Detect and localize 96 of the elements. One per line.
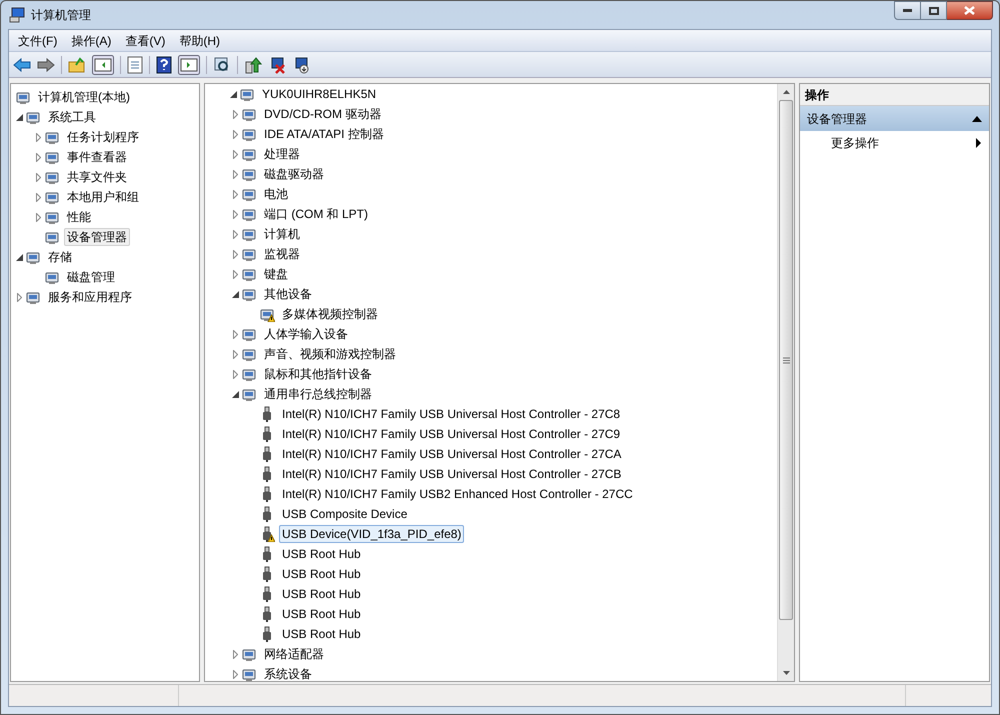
submenu-arrow-icon [976,138,981,148]
scroll-down-icon[interactable] [782,671,790,675]
expand-arrow-icon[interactable] [232,270,238,278]
expand-arrow-icon[interactable] [232,150,238,158]
tree-item[interactable]: 本地用户和组 [64,188,142,206]
expand-arrow-icon[interactable] [232,170,238,178]
tree-item[interactable]: YUK0UIHR8ELHK5N [259,85,380,103]
maximize-icon [928,6,938,14]
expand-arrow-icon[interactable] [36,152,40,162]
tree-item[interactable]: USB Root Hub [279,585,364,603]
app-icon [9,7,25,23]
tree-item[interactable]: IDE ATA/ATAPI 控制器 [261,125,387,143]
expand-arrow-icon[interactable] [232,110,238,118]
tree-item[interactable]: Intel(R) N10/ICH7 Family USB Universal Host Controller - 27CA [279,445,624,463]
expand-arrow-icon[interactable] [232,130,238,138]
tree-item[interactable]: 服务和应用程序 [45,288,135,306]
collapse-arrow-icon[interactable] [232,290,238,298]
scrollbar[interactable] [777,84,794,681]
tree-item[interactable]: 系统设备 [261,665,315,683]
tree-item[interactable]: 通用串行总线控制器 [261,385,375,403]
expand-arrow-icon[interactable] [232,190,238,198]
scroll-up-icon[interactable] [782,90,790,94]
maximize-button[interactable] [921,1,947,20]
tree-item[interactable]: 电池 [261,185,291,203]
collapse-arrow-icon[interactable] [16,114,22,120]
tree-item[interactable]: USB Device(VID_1f3a_PID_efe8) [279,525,464,543]
window-title: 计算机管理 [31,7,91,24]
expand-arrow-icon[interactable] [232,350,238,358]
folder-up-icon[interactable] [68,56,86,72]
action-link[interactable]: 更多操作 [831,134,879,152]
menu-item[interactable]: 帮助(H) [172,30,227,50]
expand-arrow-icon[interactable] [232,670,238,678]
back-icon[interactable] [13,58,31,72]
tree-item[interactable]: 磁盘管理 [64,268,118,286]
expand-arrow-icon[interactable] [232,250,238,258]
tree-item[interactable]: USB Root Hub [279,605,364,623]
menu-item[interactable]: 文件(F) [11,30,64,50]
tree-item[interactable]: USB Root Hub [279,545,364,563]
tree-item[interactable]: Intel(R) N10/ICH7 Family USB Universal Host Controller - 27C8 [279,405,624,423]
collapse-arrow-icon[interactable] [230,90,236,98]
expand-arrow-icon[interactable] [232,230,238,238]
tree-item[interactable]: 端口 (COM 和 LPT) [261,205,371,223]
menu-item[interactable]: 操作(A) [64,30,118,50]
tree-item[interactable]: 存储 [45,248,75,266]
expand-arrow-icon[interactable] [36,192,40,202]
minimize-icon [903,9,912,12]
expand-arrow-icon[interactable] [36,212,40,222]
tree-item[interactable]: USB Root Hub [279,565,364,583]
menu-item[interactable]: 查看(V) [118,30,172,50]
list-icon[interactable] [127,56,143,74]
tree-item[interactable]: 处理器 [261,145,303,163]
help-icon[interactable] [156,56,172,74]
expand-arrow-icon[interactable] [232,330,238,338]
tree-item[interactable]: 设备管理器 [64,228,130,246]
console-tree-icon[interactable] [92,54,114,74]
tree-item[interactable]: 计算机 [261,225,303,243]
tree-item[interactable]: 磁盘驱动器 [261,165,327,183]
tree-item[interactable]: 事件查看器 [64,148,130,166]
tree-item[interactable]: DVD/CD-ROM 驱动器 [261,105,384,123]
collapse-arrow-icon[interactable] [16,254,22,260]
tree-item[interactable]: 任务计划程序 [64,128,142,146]
tree-item[interactable]: 声音、视频和游戏控制器 [261,345,399,363]
expand-arrow-icon[interactable] [232,650,238,658]
close-button[interactable] [947,1,993,20]
expand-arrow-icon[interactable] [36,132,40,142]
expand-arrow-icon[interactable] [232,210,238,218]
tree-item[interactable]: 其他设备 [261,285,315,303]
update-driver-icon[interactable] [244,56,262,74]
section-title: 设备管理器 [807,110,867,128]
close-icon [964,6,975,15]
tree-item[interactable]: 计算机管理(本地) [35,88,133,106]
expand-arrow-icon[interactable] [232,370,238,378]
tree-item[interactable]: 系统工具 [45,108,99,126]
tree-item[interactable]: 监视器 [261,245,303,263]
tree-item[interactable]: 性能 [64,208,94,226]
tree-item[interactable]: 鼠标和其他指针设备 [261,365,375,383]
tree-item[interactable]: Intel(R) N10/ICH7 Family USB Universal Host Controller - 27C9 [279,425,624,443]
minimize-button[interactable] [894,1,921,20]
tree-item[interactable]: USB Root Hub [279,625,364,643]
tree-item[interactable]: Intel(R) N10/ICH7 Family USB2 Enhanced Host Controller - 27CC [279,485,636,503]
tree-item[interactable]: 多媒体视频控制器 [279,305,381,323]
scroll-thumb[interactable] [779,100,793,620]
forward-icon[interactable] [37,58,55,72]
tree-item[interactable]: 网络适配器 [261,645,327,663]
tree-item[interactable]: 人体学输入设备 [261,325,351,343]
expand-arrow-icon[interactable] [36,172,40,182]
action-pane-icon[interactable] [178,54,200,74]
tree-item[interactable]: USB Composite Device [279,505,410,523]
tree-item[interactable]: 共享文件夹 [64,168,130,186]
collapse-arrow-icon[interactable] [232,390,238,398]
actions-section-header[interactable]: 设备管理器 [800,106,989,131]
scan-hardware-icon[interactable] [213,56,231,74]
tree-item[interactable]: Intel(R) N10/ICH7 Family USB Universal Host Controller - 27CB [279,465,624,483]
actions-header: 操作 [800,84,989,106]
tree-item[interactable]: 键盘 [261,265,291,283]
expand-arrow-icon[interactable] [16,292,22,302]
